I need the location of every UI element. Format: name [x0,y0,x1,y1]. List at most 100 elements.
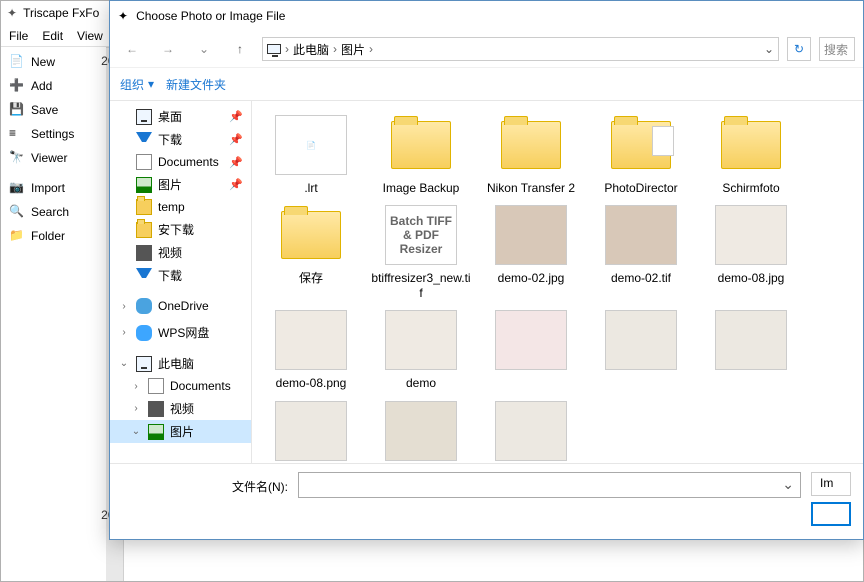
nav-path[interactable]: › 此电脑 › 图片 › ⌄ [262,37,779,61]
file-item-image[interactable]: demo-02.tif [590,203,692,300]
tool-add[interactable]: ➕Add [5,75,102,97]
file-item-folder[interactable]: Nikon Transfer 2 [480,113,582,195]
tool-save[interactable]: 💾Save [5,99,102,121]
image-thumb [385,401,457,461]
expand-icon[interactable]: › [130,403,142,414]
tree-documents[interactable]: Documents📌 [110,151,251,173]
app-icon: ✦ [7,6,17,20]
video-icon [148,401,164,417]
document-icon [136,154,152,170]
pin-icon[interactable]: 📌 [229,178,247,191]
open-button[interactable] [811,502,851,526]
tree-pc-video[interactable]: ›视频 [110,397,251,420]
file-item-image[interactable]: demo [370,308,472,390]
app-title: Triscape FxFo [23,6,99,20]
file-item-folder[interactable]: PhotoDirector [590,113,692,195]
file-item-image[interactable] [370,399,472,463]
file-area[interactable]: 📄.lrt Image Backup Nikon Transfer 2 Phot… [252,101,863,463]
filetype-combo[interactable]: Im [811,472,851,496]
dialog-toolbar: 组织 ▾ 新建文件夹 [110,67,863,101]
tree-onedrive[interactable]: ›OneDrive [110,295,251,317]
menu-view[interactable]: View [77,29,103,43]
folder-icon [721,121,781,169]
image-thumb [495,310,567,370]
pin-icon[interactable]: 📌 [229,133,247,146]
nav-refresh-button[interactable]: ↻ [787,37,811,61]
expand-icon[interactable]: › [118,301,130,312]
collapse-icon[interactable]: ⌄ [118,358,130,369]
tree-pictures[interactable]: 图片📌 [110,173,251,196]
file-item-image[interactable] [480,399,582,463]
nav-up-icon[interactable]: ↑ [226,37,254,61]
tree-temp[interactable]: temp [110,196,251,218]
download-icon [136,132,152,148]
path-seg-folder[interactable]: 图片 [341,41,365,58]
image-thumb [275,401,347,461]
pictures-icon [136,177,152,193]
dialog-titlebar[interactable]: ✦ Choose Photo or Image File [110,1,863,31]
tree-video[interactable]: 视频 [110,241,251,264]
menu-file[interactable]: File [9,29,28,43]
chevron-right-icon[interactable]: › [333,42,337,56]
dialog-title: Choose Photo or Image File [136,9,285,23]
pin-icon[interactable]: 📌 [229,156,247,169]
tool-viewer[interactable]: 🔭Viewer [5,147,102,169]
expand-icon[interactable]: › [130,381,142,392]
tool-settings[interactable]: ≡Settings [5,123,102,145]
tool-new[interactable]: 📄New [5,51,102,73]
path-dropdown-icon[interactable]: ⌄ [764,42,774,56]
image-thumb [495,205,567,265]
file-item-image[interactable]: demo-02.jpg [480,203,582,300]
tree-pc-documents[interactable]: ›Documents [110,375,251,397]
folder-icon [136,199,152,215]
folder-icon [391,121,451,169]
collapse-icon[interactable]: ⌄ [130,426,142,437]
file-item-image[interactable] [260,399,362,463]
dialog-tree[interactable]: 桌面📌 下载📌 Documents📌 图片📌 temp 安下载 视频 下载 ›O… [110,101,252,463]
pictures-icon [148,424,164,440]
tool-folder[interactable]: 📁Folder [5,225,102,247]
filename-input[interactable] [298,472,801,498]
tool-search[interactable]: 🔍Search [5,201,102,223]
tree-pc-pictures[interactable]: ⌄图片 [110,420,251,443]
file-item-image[interactable]: demo-08.jpg [700,203,802,300]
file-item-image[interactable]: Batch TIFF & PDF Resizerbtiffresizer3_ne… [370,203,472,300]
pin-icon[interactable]: 📌 [229,110,247,123]
new-folder-button[interactable]: 新建文件夹 [166,76,226,93]
folder-icon [281,211,341,259]
image-thumb [605,205,677,265]
file-item-image[interactable]: demo-08.png [260,308,362,390]
file-item-image[interactable] [480,308,582,390]
file-item-folder[interactable]: 保存 [260,203,362,300]
file-item-folder[interactable]: Image Backup [370,113,472,195]
image-thumb [385,310,457,370]
tool-import[interactable]: 📷Import [5,177,102,199]
nav-forward-icon: → [154,37,182,61]
chevron-right-icon[interactable]: › [285,42,289,56]
file-item-image[interactable] [700,308,802,390]
nav-back-icon[interactable]: ← [118,37,146,61]
file-item-folder[interactable]: 📄.lrt [260,113,362,195]
file-item-image[interactable] [590,308,692,390]
nav-recent-dropdown[interactable]: ⌄ [190,37,218,61]
onedrive-icon [136,298,152,314]
dialog-app-icon: ✦ [118,9,128,23]
path-seg-pc[interactable]: 此电脑 [293,41,329,58]
tree-downloads[interactable]: 下载📌 [110,128,251,151]
file-item-folder[interactable]: Schirmfoto [700,113,802,195]
chevron-right-icon[interactable]: › [369,42,373,56]
tree-wps[interactable]: ›WPS网盘 [110,321,251,344]
wps-icon [136,325,152,341]
organize-button[interactable]: 组织 ▾ [120,76,154,93]
tree-anxia[interactable]: 安下载 [110,218,251,241]
menu-edit[interactable]: Edit [42,29,63,43]
tree-desktop[interactable]: 桌面📌 [110,105,251,128]
folder-icon [611,121,671,169]
filename-label: 文件名(N): [232,472,288,495]
tree-this-pc[interactable]: ⌄此电脑 [110,352,251,375]
image-thumb [275,310,347,370]
file-dialog: ✦ Choose Photo or Image File ← → ⌄ ↑ › 此… [109,0,864,540]
expand-icon[interactable]: › [118,327,130,338]
tree-downloads2[interactable]: 下载 [110,264,251,287]
nav-search-box[interactable]: 搜索 [819,37,855,61]
